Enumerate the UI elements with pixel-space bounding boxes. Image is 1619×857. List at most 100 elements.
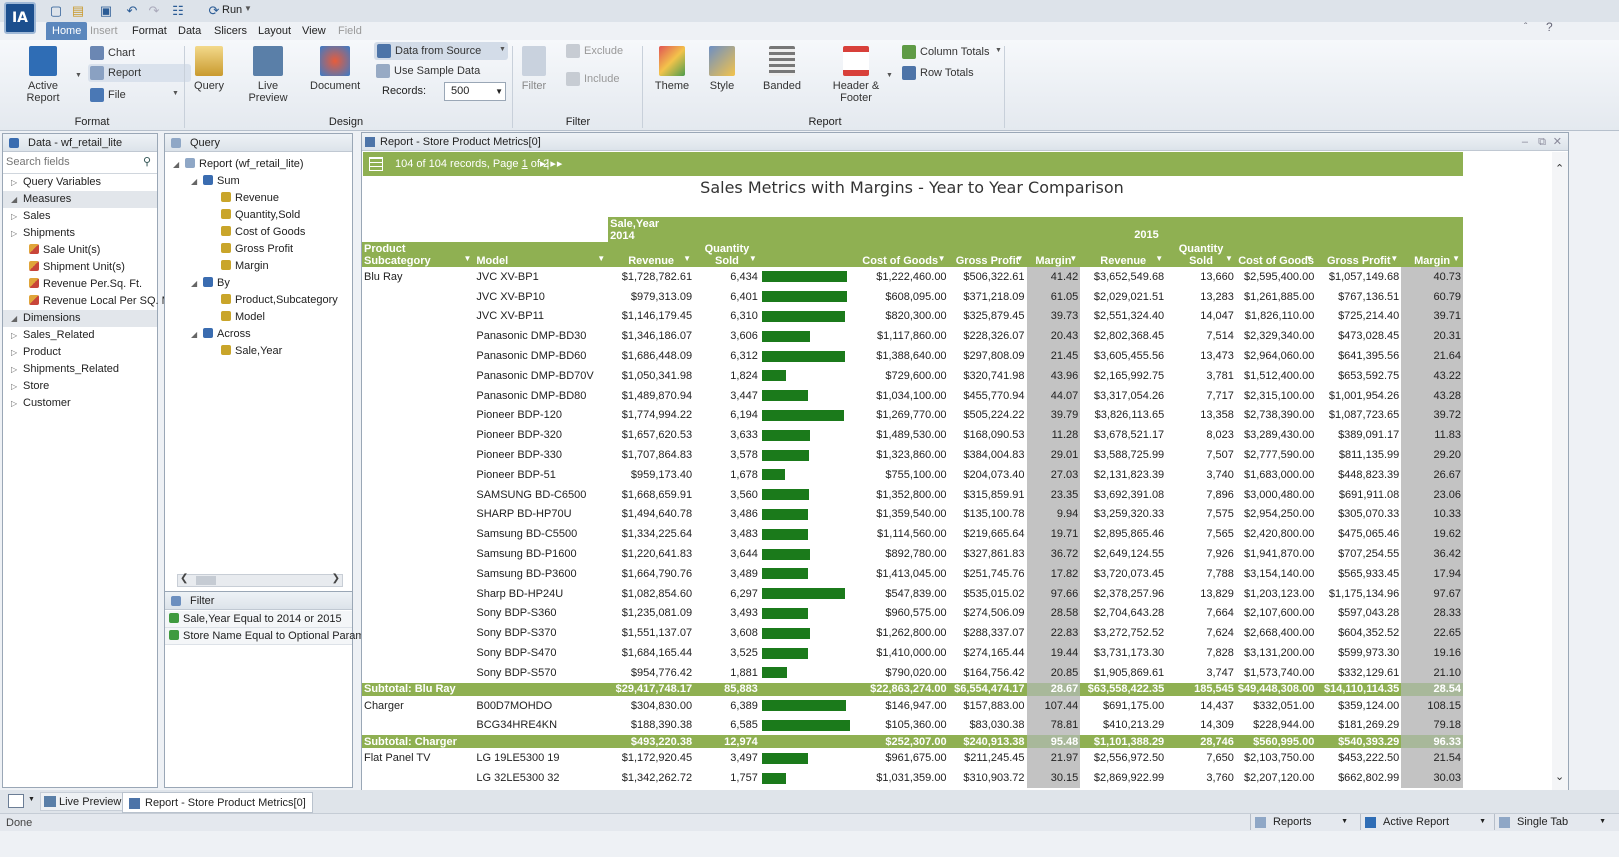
tree-node[interactable]: ▷ Query Variables <box>3 174 157 191</box>
product-subcategory-header[interactable]: Product Subcategory ▼ <box>362 242 474 267</box>
tab-insert[interactable]: Insert <box>84 22 124 40</box>
gross-profit-2014-header[interactable]: Gross Profit ▼ <box>949 242 1027 267</box>
reports-dropdown-icon[interactable]: ▼ <box>1341 814 1348 830</box>
help-icon[interactable]: ? <box>1546 20 1553 34</box>
collapse-icon[interactable]: ◢ <box>173 156 185 173</box>
column-menu-icon[interactable]: ▼ <box>1069 253 1077 265</box>
preview-icon[interactable]: ☷ <box>170 3 186 19</box>
query-node[interactable]: ◢ Sum <box>165 173 352 190</box>
search-icon[interactable]: ⚲ <box>143 155 151 168</box>
query-node[interactable]: Model <box>165 309 352 326</box>
field-item[interactable]: Revenue Local Per SQ. M. <box>3 293 174 310</box>
collapse-ribbon-icon[interactable]: ˆ <box>1524 22 1527 33</box>
tree-section[interactable]: ◢ Dimensions <box>3 310 157 327</box>
reports-dropdown[interactable]: Reports ▼ <box>1250 814 1350 830</box>
theme-button[interactable]: Theme <box>654 46 690 92</box>
tree-node[interactable]: ▷ Customer <box>3 395 157 412</box>
bar-header[interactable] <box>760 242 852 267</box>
minimize-icon[interactable]: – <box>1522 133 1528 151</box>
column-menu-icon[interactable]: ▼ <box>597 253 605 265</box>
column-totals-dropdown-icon[interactable]: ▼ <box>995 47 1002 54</box>
collapse-icon[interactable]: ◢ <box>11 191 23 208</box>
collapse-icon[interactable]: ◢ <box>191 275 203 292</box>
banded-button[interactable]: Banded <box>760 46 804 92</box>
style-button[interactable]: Style <box>704 46 740 92</box>
query-node[interactable]: ◢ Report (wf_retail_lite) <box>165 156 352 173</box>
column-menu-icon[interactable]: ▼ <box>938 253 946 265</box>
active-report-button[interactable]: Active Report <box>10 46 76 104</box>
gross-profit-2015-header[interactable]: Gross Profit ▼ <box>1316 242 1401 267</box>
cost-of-goods-2015-header[interactable]: Cost of Goods ▼ <box>1236 242 1316 267</box>
records-dropdown-icon[interactable]: ▼ <box>495 83 503 100</box>
expand-icon[interactable]: ▷ <box>11 361 23 378</box>
scroll-down-icon[interactable]: ⌄ <box>1555 770 1564 783</box>
active-report-dropdown-icon[interactable]: ▼ <box>75 72 82 79</box>
model-header[interactable]: Model ▼ <box>474 242 608 267</box>
query-node[interactable]: Gross Profit <box>165 241 352 258</box>
run-icon[interactable]: ⟳ <box>206 3 222 19</box>
query-node[interactable]: Margin <box>165 258 352 275</box>
chart-button[interactable]: Chart <box>90 44 135 62</box>
exclude-button[interactable]: Exclude <box>566 42 623 60</box>
expand-icon[interactable]: ▷ <box>11 395 23 412</box>
tab-field[interactable]: Field <box>332 22 368 40</box>
undo-icon[interactable]: ↶ <box>124 3 140 19</box>
scroll-left-icon[interactable]: ❮ <box>180 573 188 584</box>
query-hscrollbar[interactable]: ❮ ❯ <box>177 573 343 587</box>
records-select[interactable]: 500 ▼ <box>444 82 506 101</box>
tree-section[interactable]: ◢ Measures <box>3 191 157 208</box>
expand-icon[interactable]: ▷ <box>11 225 23 242</box>
expand-icon[interactable]: ▷ <box>11 378 23 395</box>
column-menu-icon[interactable]: ▼ <box>1452 253 1460 265</box>
row-totals-button[interactable]: Row Totals <box>902 64 974 82</box>
quantity-2015-header[interactable]: Quantity Sold ▼ <box>1166 242 1236 267</box>
collapse-icon[interactable]: ◢ <box>191 326 203 343</box>
live-preview-tab[interactable]: Live Preview <box>40 792 129 811</box>
expand-icon[interactable]: ▷ <box>11 327 23 344</box>
expand-icon[interactable]: ▷ <box>11 174 23 191</box>
header-footer-dropdown-icon[interactable]: ▼ <box>886 72 893 79</box>
field-item[interactable]: Sale Unit(s) <box>3 242 157 259</box>
scroll-thumb[interactable] <box>196 576 216 585</box>
menu-icon[interactable] <box>369 157 383 171</box>
cost-of-goods-2014-header[interactable]: Cost of Goods ▼ <box>852 242 949 267</box>
restore-icon[interactable]: ⧉ <box>1538 133 1546 151</box>
column-menu-icon[interactable]: ▼ <box>749 253 757 265</box>
tree-node[interactable]: ▷ Shipments_Related <box>3 361 157 378</box>
include-button[interactable]: Include <box>566 70 619 88</box>
live-preview-button[interactable]: Live Preview <box>244 46 292 104</box>
tab-slicers[interactable]: Slicers <box>208 22 253 40</box>
run-dropdown-icon[interactable]: ▼ <box>244 4 252 13</box>
column-menu-icon[interactable]: ▼ <box>1225 253 1233 265</box>
window-list-icon[interactable] <box>8 794 24 808</box>
new-icon[interactable]: ▢ <box>48 3 64 19</box>
column-menu-icon[interactable]: ▼ <box>463 253 471 265</box>
column-menu-icon[interactable]: ▼ <box>1390 253 1398 265</box>
query-node[interactable]: Sale,Year <box>165 343 352 360</box>
revenue-2015-header[interactable]: Revenue ▼ <box>1080 242 1166 267</box>
query-node[interactable]: ◢ By <box>165 275 352 292</box>
single-tab-dropdown[interactable]: Single Tab ▼ <box>1494 814 1608 830</box>
query-node[interactable]: Product,Subcategory <box>165 292 352 309</box>
tab-layout[interactable]: Layout <box>252 22 297 40</box>
field-item[interactable]: Revenue Per.Sq. Ft. <box>3 276 157 293</box>
window-list-dropdown-icon[interactable]: ▼ <box>28 796 35 803</box>
filter-item[interactable]: Store Name Equal to Optional Paramet <box>165 628 374 645</box>
collapse-icon[interactable]: ◢ <box>11 310 23 327</box>
expand-icon[interactable]: ▷ <box>11 208 23 225</box>
tab-format[interactable]: Format <box>126 22 173 40</box>
active-report-status-dropdown-icon[interactable]: ▼ <box>1479 814 1486 830</box>
search-fields-input[interactable] <box>3 152 133 172</box>
save-icon[interactable]: ▣ <box>98 3 114 19</box>
column-menu-icon[interactable]: ▼ <box>1155 253 1163 265</box>
quantity-2014-header[interactable]: Quantity Sold ▼ <box>694 242 760 267</box>
column-menu-icon[interactable]: ▼ <box>1305 253 1313 265</box>
revenue-2014-header[interactable]: Revenue ▼ <box>608 242 694 267</box>
data-from-source-button[interactable]: Data from Source <box>374 42 508 60</box>
file-dropdown-icon[interactable]: ▼ <box>172 90 179 97</box>
single-tab-dropdown-icon[interactable]: ▼ <box>1599 814 1606 830</box>
tab-view[interactable]: View <box>296 22 332 40</box>
margin-2014-header[interactable]: Margin ▼ <box>1027 242 1081 267</box>
tree-node[interactable]: ▷ Sales_Related <box>3 327 157 344</box>
tree-node[interactable]: ▷ Store <box>3 378 157 395</box>
